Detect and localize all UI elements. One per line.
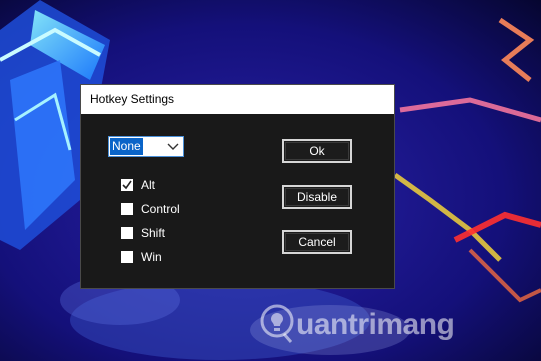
key-select[interactable]: None: [108, 136, 184, 157]
win-checkbox[interactable]: [121, 251, 133, 263]
dialog-title: Hotkey Settings: [90, 92, 175, 106]
chevron-down-icon: [167, 143, 179, 150]
shift-checkbox[interactable]: [121, 227, 133, 239]
cancel-button[interactable]: Cancel: [282, 230, 352, 254]
alt-label: Alt: [141, 178, 156, 192]
control-checkbox[interactable]: [121, 203, 133, 215]
checkmark-icon: [122, 180, 132, 190]
key-select-value: None: [110, 138, 143, 155]
disable-button[interactable]: Disable: [282, 185, 352, 209]
win-label: Win: [141, 250, 162, 264]
lightbulb-logo-icon: [260, 304, 294, 343]
hotkey-settings-dialog: Hotkey Settings None Alt Control Shift W…: [80, 84, 395, 289]
dialog-titlebar[interactable]: Hotkey Settings: [81, 85, 394, 114]
watermark-text: uantrimang: [296, 308, 455, 341]
control-label: Control: [141, 202, 180, 216]
alt-checkbox[interactable]: [121, 179, 133, 191]
shift-label: Shift: [141, 226, 166, 240]
ok-button[interactable]: Ok: [282, 139, 352, 163]
